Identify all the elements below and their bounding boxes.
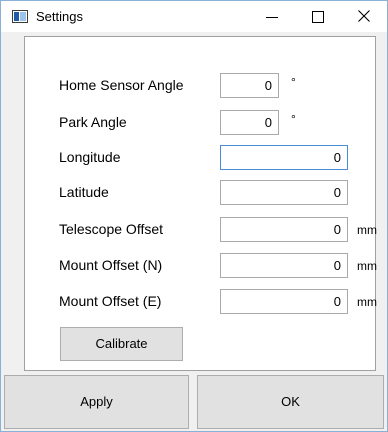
minimize-icon <box>266 17 278 18</box>
longitude-input[interactable]: 0 <box>220 145 348 170</box>
mount-offset-e-label: Mount Offset (E) <box>59 293 162 309</box>
home-sensor-angle-unit: ° <box>291 75 296 89</box>
mount-offset-n-unit: mm <box>357 259 377 273</box>
close-icon <box>358 10 370 22</box>
settings-window: Settings Home Sensor Angle 0 ° Park Angl… <box>0 0 388 432</box>
mount-offset-n-label: Mount Offset (N) <box>59 257 163 273</box>
telescope-offset-label: Telescope Offset <box>59 221 164 237</box>
telescope-offset-input[interactable]: 0 <box>220 217 348 242</box>
latitude-label: Latitude <box>59 184 109 200</box>
apply-button[interactable]: Apply <box>4 375 189 429</box>
mount-offset-n-input[interactable]: 0 <box>220 253 348 278</box>
ok-button[interactable]: OK <box>197 375 384 429</box>
park-angle-label: Park Angle <box>59 114 127 130</box>
home-sensor-angle-label: Home Sensor Angle <box>59 77 184 93</box>
title-bar[interactable]: Settings <box>1 1 387 32</box>
mount-offset-e-unit: mm <box>357 295 377 309</box>
mount-offset-e-input[interactable]: 0 <box>220 289 348 314</box>
minimize-button[interactable] <box>249 1 295 32</box>
park-angle-input[interactable]: 0 <box>220 110 279 135</box>
telescope-offset-unit: mm <box>357 223 377 237</box>
calibrate-button[interactable]: Calibrate <box>60 327 183 361</box>
latitude-input[interactable]: 0 <box>220 180 348 205</box>
home-sensor-angle-input[interactable]: 0 <box>220 73 279 98</box>
maximize-icon <box>312 11 324 23</box>
window-title: Settings <box>36 9 83 24</box>
close-button[interactable] <box>341 1 387 32</box>
park-angle-unit: ° <box>291 112 296 126</box>
longitude-label: Longitude <box>59 149 121 165</box>
maximize-button[interactable] <box>295 1 341 32</box>
app-window-icon <box>12 10 28 23</box>
